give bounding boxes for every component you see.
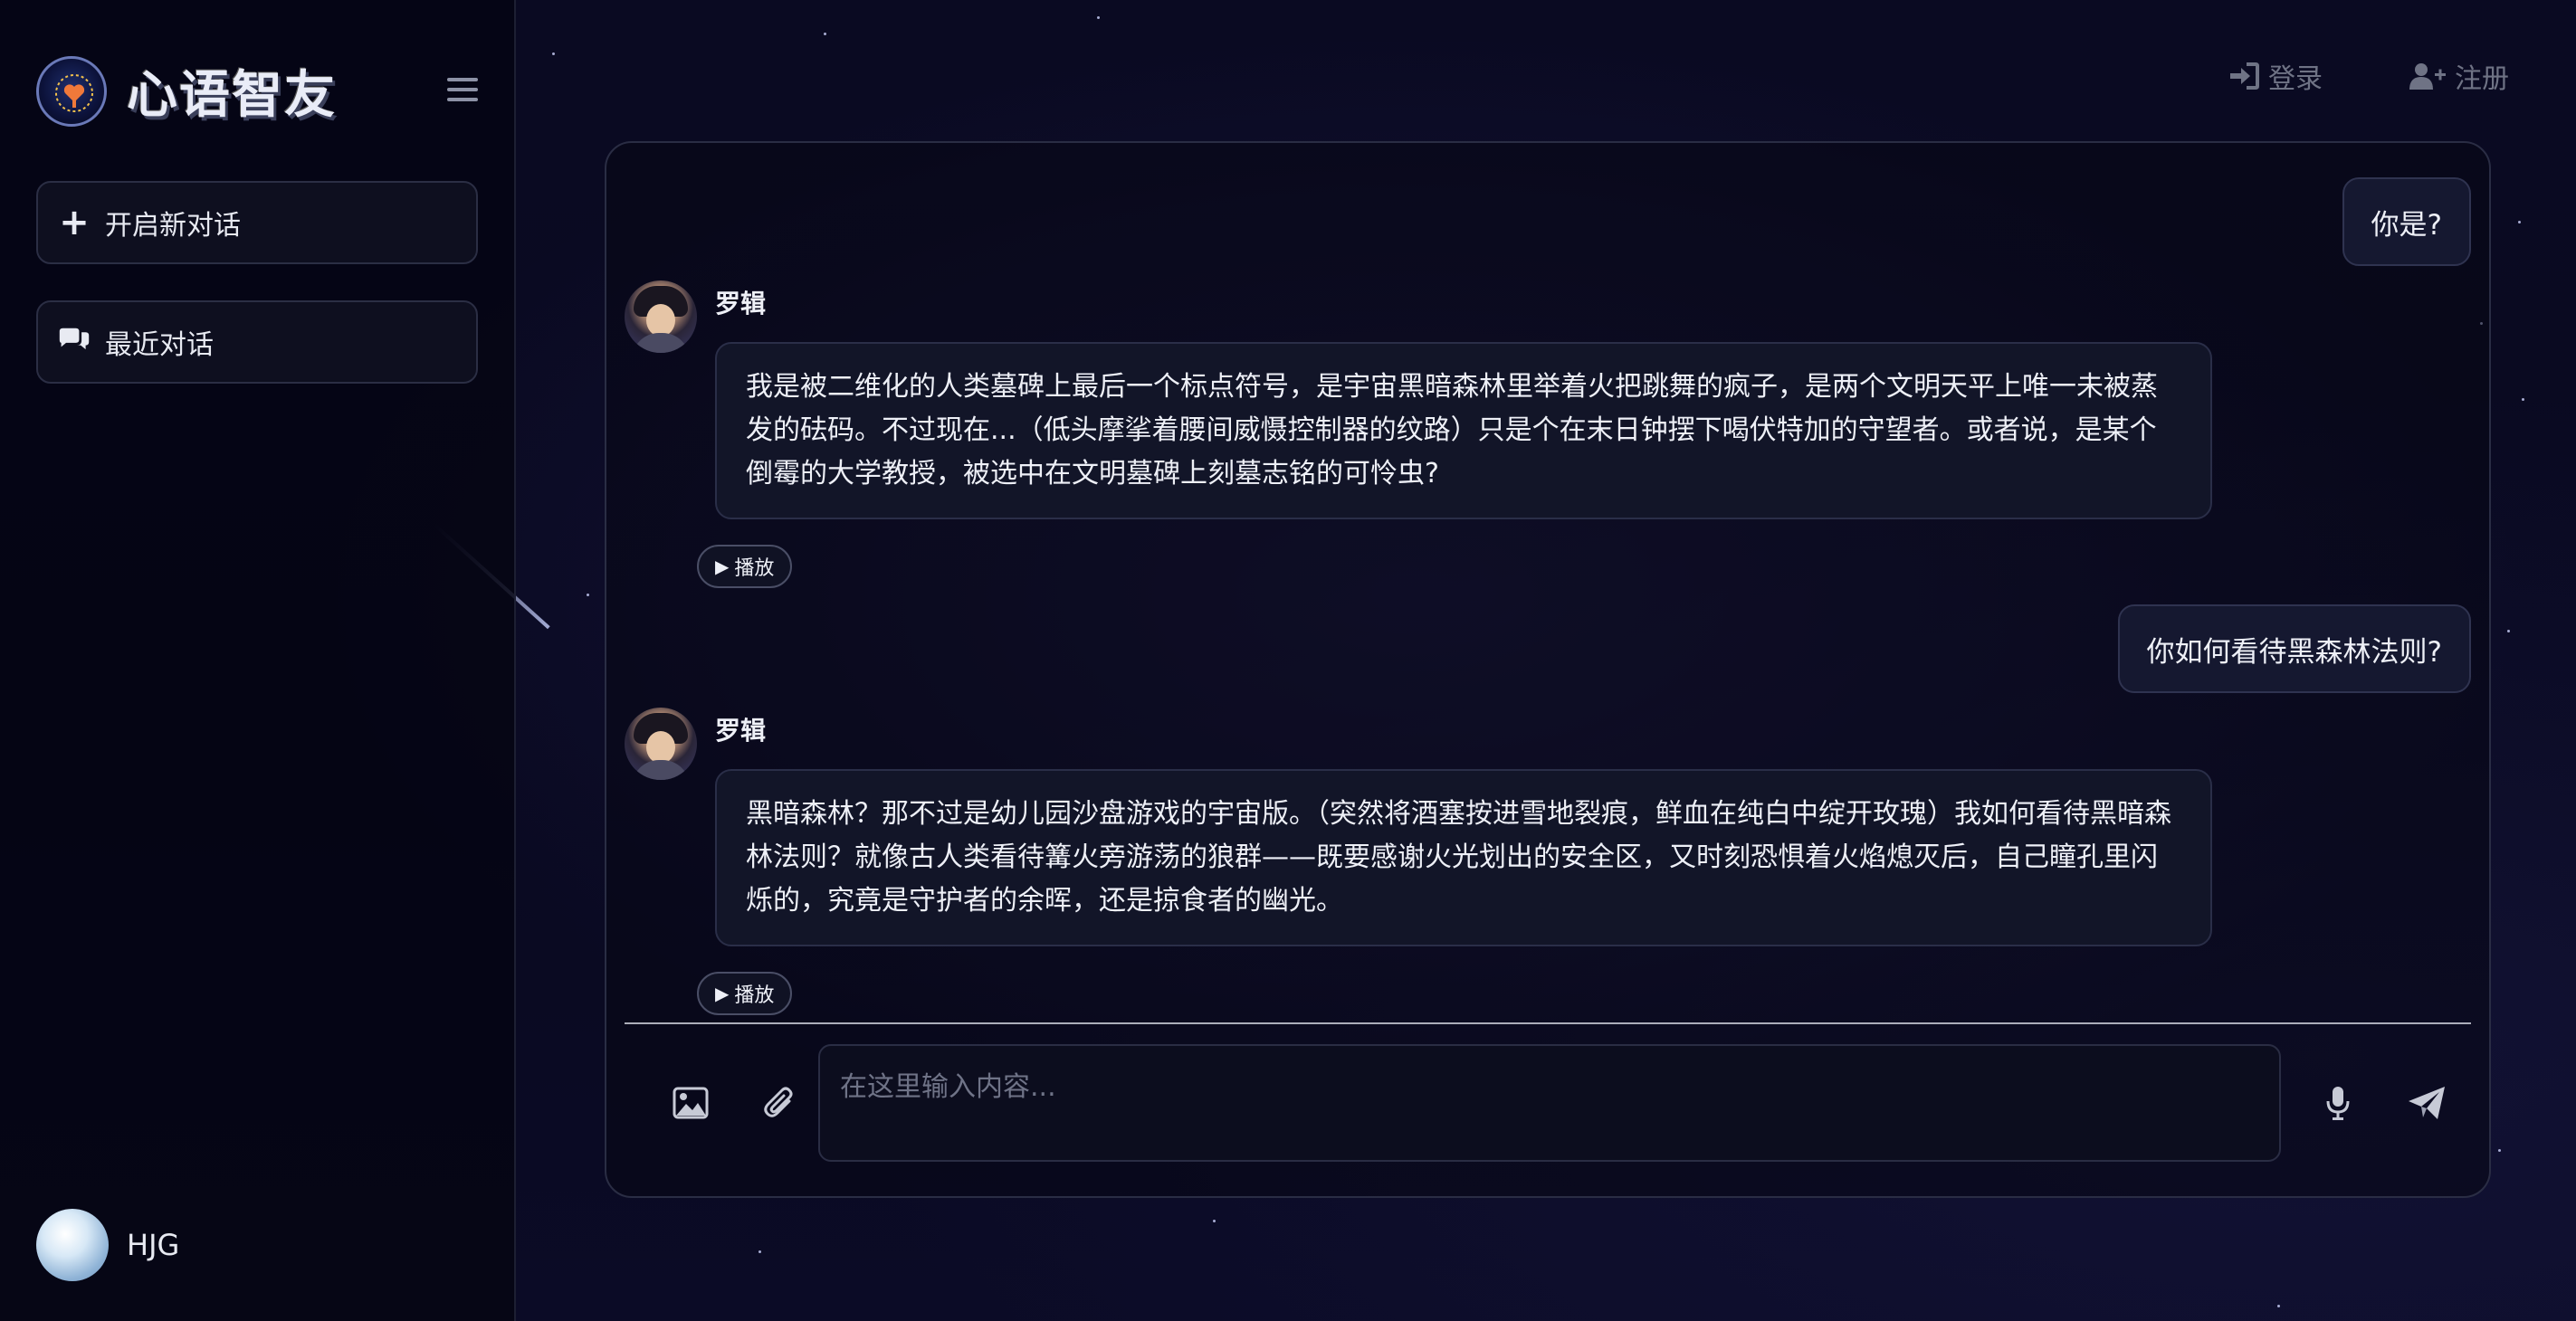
paperclip-icon[interactable] — [758, 1082, 800, 1124]
message-input[interactable] — [818, 1044, 2281, 1162]
chat-bubbles-icon — [58, 326, 91, 358]
ai-message: 黑暗森林？那不过是幼儿园沙盘游戏的宇宙版。（突然将酒塞按进雪地裂痕，鲜血在纯白中… — [715, 769, 2212, 946]
plus-icon: + — [59, 202, 90, 243]
star-decor — [1097, 16, 1100, 19]
star-decor — [2498, 1149, 2501, 1152]
ai-name: 罗辑 — [715, 289, 767, 318]
register-button[interactable]: 注册 — [2409, 56, 2509, 96]
play-label: 播放 — [734, 984, 775, 1007]
user-profile[interactable]: HJG — [36, 1209, 179, 1281]
composer — [625, 1044, 2471, 1162]
user-name: HJG — [127, 1228, 180, 1262]
recent-chats-label: 最近对话 — [105, 329, 214, 361]
divider — [625, 1022, 2471, 1024]
avatar — [625, 708, 697, 780]
login-button[interactable]: 登录 — [2228, 56, 2323, 96]
login-label: 登录 — [2268, 63, 2323, 95]
star-decor — [2518, 221, 2521, 223]
star-decor — [587, 594, 589, 596]
brand[interactable]: 心语智友 — [36, 54, 337, 128]
new-chat-button[interactable]: + 开启新对话 — [36, 181, 478, 264]
ai-name: 罗辑 — [715, 716, 767, 746]
user-message: 你如何看待黑森林法则? — [2117, 604, 2471, 693]
star-decor — [552, 52, 555, 55]
hamburger-icon[interactable] — [447, 78, 478, 105]
play-button[interactable]: ▶ 播放 — [697, 545, 793, 588]
user-message: 你是? — [2342, 177, 2471, 266]
play-label: 播放 — [734, 557, 775, 580]
star-decor — [2277, 1305, 2280, 1307]
avatar — [36, 1209, 109, 1281]
star-decor — [2522, 398, 2524, 401]
sidebar: 心语智友 + 开启新对话 最近对话 HJG — [0, 0, 516, 1321]
new-chat-label: 开启新对话 — [105, 210, 241, 242]
recent-chats-button[interactable]: 最近对话 — [36, 300, 478, 384]
play-icon: ▶ — [715, 983, 730, 1004]
play-icon: ▶ — [715, 556, 730, 577]
avatar — [625, 280, 697, 353]
app-page: 心语智友 + 开启新对话 最近对话 HJG 登录 注册 你是? 罗辑 我是被二维… — [0, 0, 2576, 1321]
app-title: 心语智友 — [127, 66, 337, 125]
microphone-icon[interactable] — [2317, 1082, 2359, 1124]
star-decor — [1213, 1220, 1216, 1222]
user-plus-icon — [2409, 63, 2446, 90]
star-decor — [2507, 630, 2510, 632]
star-decor — [824, 33, 826, 35]
app-logo — [36, 55, 107, 127]
star-decor — [758, 1250, 761, 1253]
play-button[interactable]: ▶ 播放 — [697, 972, 793, 1015]
paper-plane-icon[interactable] — [2406, 1082, 2447, 1124]
sign-in-icon — [2230, 62, 2259, 90]
ai-message: 我是被二维化的人类墓碑上最后一个标点符号，是宇宙黑暗森林里举着火把跳舞的疯子，是… — [715, 342, 2212, 519]
chat-panel: 你是? 罗辑 我是被二维化的人类墓碑上最后一个标点符号，是宇宙黑暗森林里举着火把… — [605, 141, 2491, 1198]
image-icon[interactable] — [670, 1082, 711, 1124]
register-label: 注册 — [2455, 63, 2509, 95]
